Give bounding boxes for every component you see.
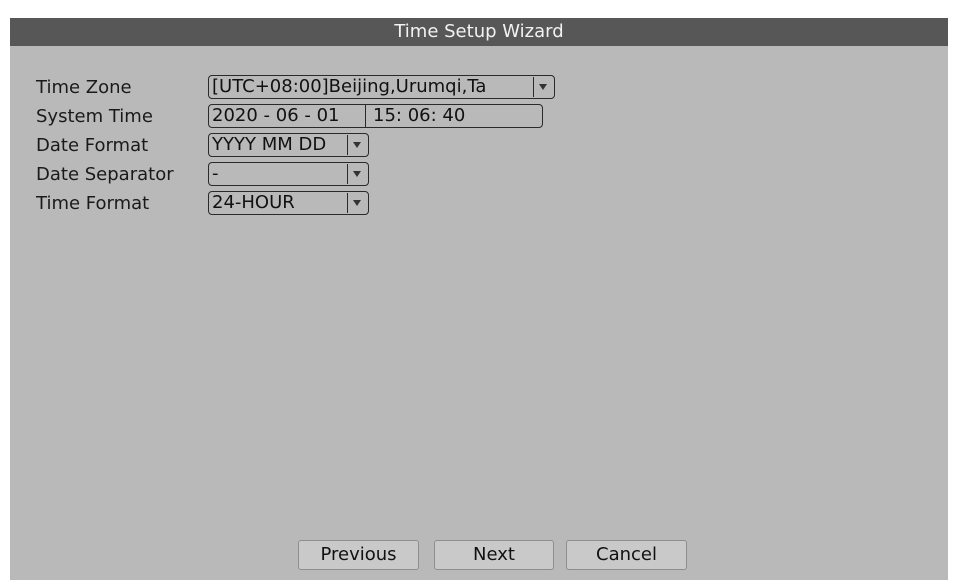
time-format-value: 24-HOUR xyxy=(212,192,295,213)
date-format-select[interactable]: YYYY MM DD xyxy=(208,133,369,157)
time-zone-value: [UTC+08:00]Beijing,Urumqi,Ta xyxy=(212,76,487,97)
window-title: Time Setup Wizard xyxy=(10,18,948,46)
time-format-dropdown-icon[interactable] xyxy=(347,193,367,213)
time-zone-dropdown-icon[interactable] xyxy=(533,77,553,97)
date-separator-label: Date Separator xyxy=(36,164,174,185)
date-time-divider xyxy=(365,105,366,127)
next-button[interactable]: Next xyxy=(434,540,554,570)
previous-button[interactable]: Previous xyxy=(298,540,419,570)
time-format-label: Time Format xyxy=(36,193,150,214)
time-zone-select[interactable]: [UTC+08:00]Beijing,Urumqi,Ta xyxy=(208,75,555,99)
date-format-dropdown-icon[interactable] xyxy=(347,135,367,155)
date-separator-dropdown-icon[interactable] xyxy=(347,164,367,184)
system-time-date[interactable]: 2020 - 06 - 01 xyxy=(212,105,362,127)
time-zone-label: Time Zone xyxy=(36,77,132,98)
system-time-clock[interactable]: 15: 06: 40 xyxy=(373,105,523,127)
date-format-value: YYYY MM DD xyxy=(212,134,327,155)
date-separator-select[interactable]: - xyxy=(208,162,369,186)
date-separator-value: - xyxy=(212,163,219,184)
system-time-label: System Time xyxy=(36,106,153,127)
cancel-button[interactable]: Cancel xyxy=(566,540,687,570)
date-format-label: Date Format xyxy=(36,135,149,156)
time-format-select[interactable]: 24-HOUR xyxy=(208,191,369,215)
time-setup-wizard-window: Time Setup Wizard Time Zone [UTC+08:00]B… xyxy=(10,18,948,580)
system-time-input[interactable]: 2020 - 06 - 01 15: 06: 40 xyxy=(208,104,543,128)
